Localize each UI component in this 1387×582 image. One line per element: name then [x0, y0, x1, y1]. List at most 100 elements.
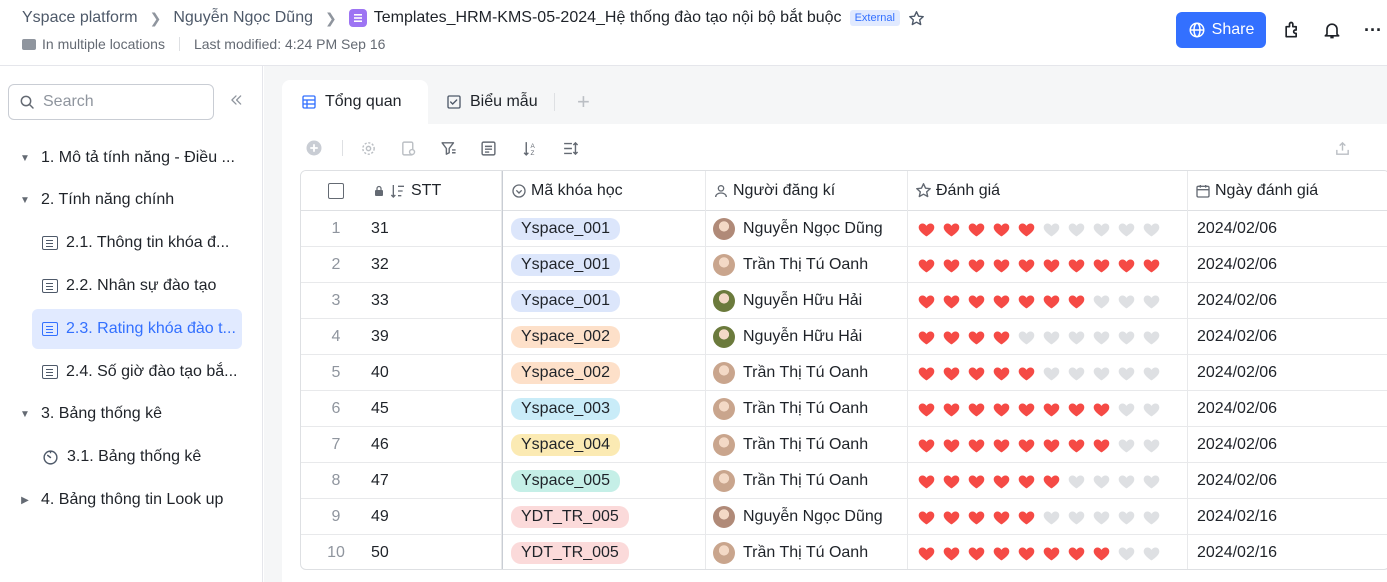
heart-filled-icon[interactable] — [992, 508, 1011, 526]
column-header-danh-gia[interactable]: Đánh giá — [907, 171, 1187, 210]
heart-filled-icon[interactable] — [917, 544, 936, 562]
sidebar-item-rating[interactable]: 2.3. Rating khóa đào t... — [32, 309, 242, 349]
sidebar-item-mo-ta[interactable]: ▼ 1. Mô tả tính năng - Điều ... — [20, 138, 250, 178]
heart-empty-icon[interactable] — [1117, 436, 1136, 454]
heart-filled-icon[interactable] — [917, 508, 936, 526]
registrant-cell[interactable]: Nguyễn Ngọc Dũng — [713, 211, 883, 246]
heart-filled-icon[interactable] — [967, 508, 986, 526]
heart-filled-icon[interactable] — [992, 292, 1011, 310]
registrant-cell[interactable]: Nguyễn Ngọc Dũng — [713, 499, 883, 534]
rating-cell[interactable] — [917, 427, 1161, 462]
rating-cell[interactable] — [917, 283, 1161, 318]
table-row[interactable]: 3 33 Yspace_001 Nguyễn Hữu Hải 2024/02/06 — [301, 283, 1387, 319]
registrant-cell[interactable]: Nguyễn Hữu Hải — [713, 283, 862, 318]
heart-filled-icon[interactable] — [1017, 472, 1036, 490]
stt-cell[interactable]: 47 — [371, 463, 389, 498]
column-header-ma-khoa-hoc[interactable]: Mã khóa học — [503, 171, 705, 210]
sidebar-item-lookup[interactable]: ▶ 4. Bảng thông tin Look up — [20, 480, 250, 520]
heart-filled-icon[interactable] — [1092, 400, 1111, 418]
column-header-nguoi-dang-ki[interactable]: Người đăng kí — [705, 171, 907, 210]
more-icon[interactable]: ··· — [1361, 18, 1385, 42]
course-code-cell[interactable]: Yspace_005 — [511, 463, 620, 498]
heart-filled-icon[interactable] — [942, 544, 961, 562]
heart-empty-icon[interactable] — [1017, 328, 1036, 346]
column-header-stt[interactable]: STT — [371, 171, 501, 210]
filter-icon[interactable] — [438, 138, 458, 158]
heart-empty-icon[interactable] — [1067, 328, 1086, 346]
heart-empty-icon[interactable] — [1117, 220, 1136, 238]
column-header-ngay-danh-gia[interactable]: Ngày đánh giá — [1187, 171, 1387, 210]
heart-filled-icon[interactable] — [1067, 436, 1086, 454]
heart-filled-icon[interactable] — [992, 436, 1011, 454]
rating-date-cell[interactable]: 2024/02/06 — [1197, 463, 1277, 498]
sidebar-item-bang-thong-ke[interactable]: ▼ 3. Bảng thống kê — [20, 394, 250, 434]
heart-empty-icon[interactable] — [1067, 364, 1086, 382]
rating-date-cell[interactable]: 2024/02/06 — [1197, 211, 1277, 246]
collapse-sidebar-icon[interactable] — [229, 93, 243, 112]
heart-filled-icon[interactable] — [917, 220, 936, 238]
heart-filled-icon[interactable] — [992, 364, 1011, 382]
heart-empty-icon[interactable] — [1142, 472, 1161, 490]
heart-filled-icon[interactable] — [992, 544, 1011, 562]
heart-filled-icon[interactable] — [1017, 544, 1036, 562]
heart-filled-icon[interactable] — [1042, 400, 1061, 418]
heart-filled-icon[interactable] — [967, 544, 986, 562]
heart-filled-icon[interactable] — [1042, 436, 1061, 454]
sidebar-item-thong-tin-khoa[interactable]: 2.1. Thông tin khóa đ... — [32, 223, 242, 263]
stt-cell[interactable]: 45 — [371, 391, 389, 426]
heart-empty-icon[interactable] — [1117, 472, 1136, 490]
registrant-cell[interactable]: Trần Thị Tú Oanh — [713, 355, 868, 390]
rating-date-cell[interactable]: 2024/02/06 — [1197, 319, 1277, 354]
rating-cell[interactable] — [917, 211, 1161, 246]
heart-filled-icon[interactable] — [917, 472, 936, 490]
heart-filled-icon[interactable] — [1017, 292, 1036, 310]
heart-filled-icon[interactable] — [942, 220, 961, 238]
heart-filled-icon[interactable] — [942, 472, 961, 490]
heart-filled-icon[interactable] — [917, 328, 936, 346]
stt-cell[interactable]: 39 — [371, 319, 389, 354]
heart-empty-icon[interactable] — [1092, 220, 1111, 238]
course-code-cell[interactable]: Yspace_002 — [511, 319, 620, 354]
table-row[interactable]: 9 49 YDT_TR_005 Nguyễn Ngọc Dũng 2024/02/16 — [301, 499, 1387, 535]
heart-filled-icon[interactable] — [967, 292, 986, 310]
rating-cell[interactable] — [917, 391, 1161, 426]
heart-filled-icon[interactable] — [967, 436, 986, 454]
rating-cell[interactable] — [917, 463, 1161, 498]
heart-filled-icon[interactable] — [967, 256, 986, 274]
heart-filled-icon[interactable] — [917, 364, 936, 382]
heart-empty-icon[interactable] — [1117, 328, 1136, 346]
heart-filled-icon[interactable] — [992, 220, 1011, 238]
registrant-cell[interactable]: Trần Thị Tú Oanh — [713, 463, 868, 498]
field-settings-icon[interactable] — [398, 138, 418, 158]
rating-cell[interactable] — [917, 247, 1161, 282]
breadcrumb-owner[interactable]: Nguyễn Ngọc Dũng — [173, 9, 313, 27]
course-code-cell[interactable]: YDT_TR_005 — [511, 499, 629, 534]
export-icon[interactable] — [1332, 138, 1352, 158]
stt-cell[interactable]: 49 — [371, 499, 389, 534]
heart-empty-icon[interactable] — [1042, 328, 1061, 346]
rating-cell[interactable] — [917, 499, 1161, 534]
tab-tong-quan[interactable]: Tổng quan — [282, 80, 428, 124]
rating-cell[interactable] — [917, 319, 1161, 354]
sidebar-item-dashboard[interactable]: 3.1. Bảng thống kê — [32, 437, 242, 477]
heart-filled-icon[interactable] — [967, 328, 986, 346]
location-text[interactable]: In multiple locations — [42, 36, 165, 52]
heart-empty-icon[interactable] — [1092, 364, 1111, 382]
rating-date-cell[interactable]: 2024/02/16 — [1197, 499, 1277, 534]
heart-empty-icon[interactable] — [1142, 364, 1161, 382]
caret-down-icon[interactable]: ▼ — [20, 195, 30, 206]
rating-date-cell[interactable]: 2024/02/16 — [1197, 535, 1277, 569]
registrant-cell[interactable]: Nguyễn Hữu Hải — [713, 319, 862, 354]
heart-empty-icon[interactable] — [1042, 364, 1061, 382]
rating-date-cell[interactable]: 2024/02/06 — [1197, 283, 1277, 318]
heart-empty-icon[interactable] — [1042, 508, 1061, 526]
heart-empty-icon[interactable] — [1117, 508, 1136, 526]
rating-date-cell[interactable]: 2024/02/06 — [1197, 247, 1277, 282]
plugin-icon[interactable] — [1280, 18, 1304, 42]
heart-filled-icon[interactable] — [967, 400, 986, 418]
stt-cell[interactable]: 40 — [371, 355, 389, 390]
heart-filled-icon[interactable] — [1017, 364, 1036, 382]
heart-empty-icon[interactable] — [1067, 472, 1086, 490]
registrant-cell[interactable]: Trần Thị Tú Oanh — [713, 247, 868, 282]
heart-empty-icon[interactable] — [1092, 328, 1111, 346]
